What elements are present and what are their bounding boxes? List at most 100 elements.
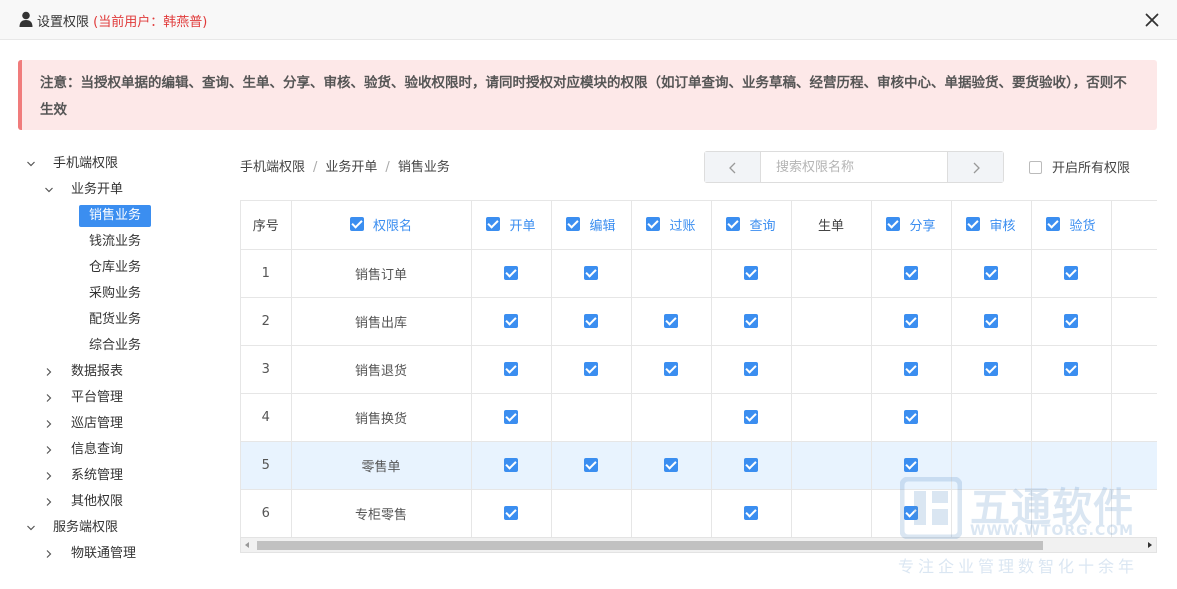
permission-cell[interactable] [871,249,952,298]
permission-checkbox[interactable] [744,314,758,328]
tree-node[interactable]: 其他权限 [22,489,222,515]
permission-cell[interactable] [551,489,632,537]
permission-checkbox[interactable] [504,410,518,424]
tree-node-label[interactable]: 仓库业务 [89,255,141,281]
permission-cell[interactable] [791,297,872,346]
permission-cell[interactable] [791,489,872,537]
column-header[interactable]: 查询 [711,201,792,250]
table-row[interactable]: 4 销售换货 [241,393,1157,442]
permission-cell[interactable] [551,441,632,490]
permission-cell[interactable] [631,489,712,537]
open-all-permissions[interactable]: 开启所有权限 [1029,157,1130,176]
permission-cell[interactable] [791,441,872,490]
permission-cell[interactable] [471,393,552,442]
permission-checkbox[interactable] [664,458,678,472]
chevron-right-icon[interactable] [44,471,54,481]
permission-cell[interactable] [471,345,552,394]
column-header[interactable]: 分享 [871,201,952,250]
tree-node-label[interactable]: 物联通管理 [71,541,136,567]
permission-checkbox[interactable] [744,506,758,520]
permission-cell[interactable] [791,249,872,298]
tree-node[interactable]: 系统管理 [22,463,222,489]
permission-checkbox[interactable] [1064,362,1078,376]
breadcrumb-item[interactable]: 手机端权限 [240,160,305,175]
chevron-right-icon[interactable] [44,419,54,429]
tree-node-label[interactable]: 手机端权限 [53,151,118,177]
tree-node-label[interactable]: 系统管理 [71,463,123,489]
column-header[interactable]: 编辑 [551,201,632,250]
permission-checkbox[interactable] [984,314,998,328]
chevron-down-icon[interactable] [26,159,36,169]
column-select-all-checkbox[interactable] [646,217,661,231]
column-select-all-checkbox[interactable] [1046,217,1061,231]
tree-node[interactable]: 配货业务 [22,307,222,333]
permission-checkbox[interactable] [984,362,998,376]
table-row[interactable]: 1 销售订单 [241,249,1157,298]
column-header[interactable]: 验货 [1031,201,1112,250]
permission-cell[interactable] [1111,249,1157,298]
column-select-all-checkbox[interactable] [966,217,981,231]
permission-cell[interactable] [791,345,872,394]
permission-checkbox[interactable] [584,314,598,328]
tree-node[interactable]: 业务开单 [22,177,222,203]
tree-node[interactable]: 数据报表 [22,359,222,385]
tree-node[interactable]: 销售业务 [22,203,222,229]
tree-node[interactable]: 手机端权限 [22,151,222,177]
search-prev-button[interactable] [705,152,761,182]
open-all-checkbox[interactable] [1029,161,1042,174]
close-icon[interactable] [1144,12,1160,28]
permission-cell[interactable] [1111,297,1157,346]
permission-checkbox[interactable] [664,314,678,328]
permission-cell[interactable] [871,393,952,442]
tree-node-label[interactable]: 综合业务 [89,333,141,359]
column-header[interactable]: 开单 [471,201,552,250]
tree-node[interactable]: 物联通管理 [22,541,222,567]
permission-cell[interactable] [871,297,952,346]
permission-cell[interactable] [631,441,712,490]
chevron-right-icon[interactable] [44,393,54,403]
tree-node-label[interactable]: 巡店管理 [71,411,123,437]
table-row[interactable]: 2 销售出库 [241,297,1157,346]
tree-node-label[interactable]: 服务端权限 [53,515,118,541]
permission-checkbox[interactable] [744,410,758,424]
permission-cell[interactable] [951,345,1032,394]
permission-checkbox[interactable] [504,458,518,472]
permission-cell[interactable] [471,249,552,298]
permission-checkbox[interactable] [984,266,998,280]
tree-node-label[interactable]: 数据报表 [71,359,123,385]
tree-node[interactable]: 综合业务 [22,333,222,359]
permission-checkbox[interactable] [904,362,918,376]
tree-node[interactable]: 信息查询 [22,437,222,463]
breadcrumb-item[interactable]: 销售业务 [398,160,450,175]
permission-checkbox[interactable] [504,362,518,376]
tree-node-label[interactable]: 钱流业务 [89,229,141,255]
permission-checkbox[interactable] [904,410,918,424]
permission-cell[interactable] [1031,249,1112,298]
permission-checkbox[interactable] [504,506,518,520]
permission-cell[interactable] [1111,393,1157,442]
permission-checkbox[interactable] [584,458,598,472]
permission-cell[interactable] [711,297,792,346]
permission-cell[interactable] [1031,393,1112,442]
permission-checkbox[interactable] [904,266,918,280]
tree-node[interactable]: 仓库业务 [22,255,222,281]
chevron-right-icon[interactable] [44,445,54,455]
chevron-down-icon[interactable] [44,185,54,195]
tree-node-label[interactable]: 配货业务 [89,307,141,333]
chevron-right-icon[interactable] [44,549,54,559]
permission-cell[interactable] [471,441,552,490]
tree-node[interactable]: 钱流业务 [22,229,222,255]
permission-cell[interactable] [871,345,952,394]
permission-cell[interactable] [951,297,1032,346]
permission-cell[interactable] [551,393,632,442]
permission-cell[interactable] [1031,297,1112,346]
permission-cell[interactable] [471,297,552,346]
permission-checkbox[interactable] [904,314,918,328]
tree-node[interactable]: 平台管理 [22,385,222,411]
column-select-all-checkbox[interactable] [349,217,364,231]
permission-checkbox[interactable] [664,362,678,376]
permission-cell[interactable] [1031,345,1112,394]
tree-node-label[interactable]: 信息查询 [71,437,123,463]
tree-node-label[interactable]: 采购业务 [89,281,141,307]
tree-node-label[interactable]: 业务开单 [71,177,123,203]
